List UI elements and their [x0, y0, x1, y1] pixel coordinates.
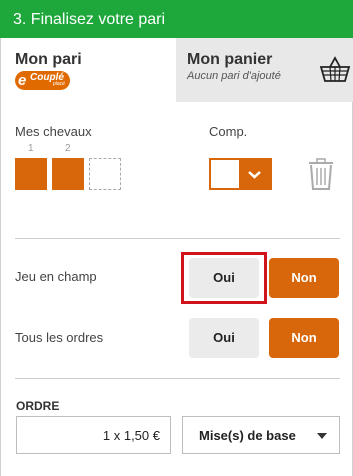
- amount-field[interactable]: 1 x 1,50 €: [16, 416, 171, 454]
- field-bet-label: Jeu en champ: [15, 269, 97, 284]
- focus-highlight: [181, 252, 267, 304]
- horse-slot-filled[interactable]: [15, 158, 47, 190]
- tab-my-cart[interactable]: Mon panier Aucun pari d'ajouté: [176, 38, 353, 102]
- section-header: 3. Finalisez votre pari: [0, 0, 353, 38]
- horse-slot-filled[interactable]: [52, 158, 84, 190]
- section-title: 3. Finalisez votre pari: [13, 11, 166, 28]
- divider: [15, 238, 340, 239]
- basket-icon[interactable]: [319, 55, 351, 83]
- horse-slot-number: 2: [65, 143, 71, 154]
- bet-type-badge: e Couplé placé: [15, 71, 70, 90]
- comp-label: Comp.: [209, 124, 248, 139]
- comp-select[interactable]: [209, 158, 272, 190]
- tab-my-cart-subtitle: Aucun pari d'ajouté: [187, 70, 281, 82]
- horse-slot-empty[interactable]: [89, 158, 121, 190]
- bet-panel: Mes chevaux Comp. 1 2 Jeu en champ Oui N…: [0, 102, 353, 476]
- tab-my-bet-label: Mon pari: [15, 51, 82, 68]
- trash-icon[interactable]: [308, 158, 334, 190]
- caret-down-icon: [317, 433, 327, 439]
- tab-my-cart-label: Mon panier: [187, 51, 273, 68]
- badge-e: e: [18, 72, 27, 89]
- tab-my-bet[interactable]: Mon pari e Couplé placé: [0, 38, 176, 102]
- order-title: ORDRE: [16, 399, 60, 413]
- badge-sub: placé: [53, 81, 65, 87]
- tab-bar: Mon pari e Couplé placé Mon panier Aucun…: [0, 38, 353, 102]
- chevron-down-icon: [239, 160, 270, 188]
- all-orders-yes-button[interactable]: Oui: [189, 318, 259, 358]
- stake-select-value: Mise(s) de base: [199, 428, 296, 443]
- divider: [15, 378, 340, 379]
- horse-slot-number: 1: [28, 143, 34, 154]
- field-bet-no-button[interactable]: Non: [269, 258, 339, 298]
- stake-select[interactable]: Mise(s) de base: [182, 416, 340, 454]
- all-orders-no-button[interactable]: Non: [269, 318, 339, 358]
- horses-label: Mes chevaux: [15, 124, 92, 139]
- all-orders-label: Tous les ordres: [15, 330, 104, 345]
